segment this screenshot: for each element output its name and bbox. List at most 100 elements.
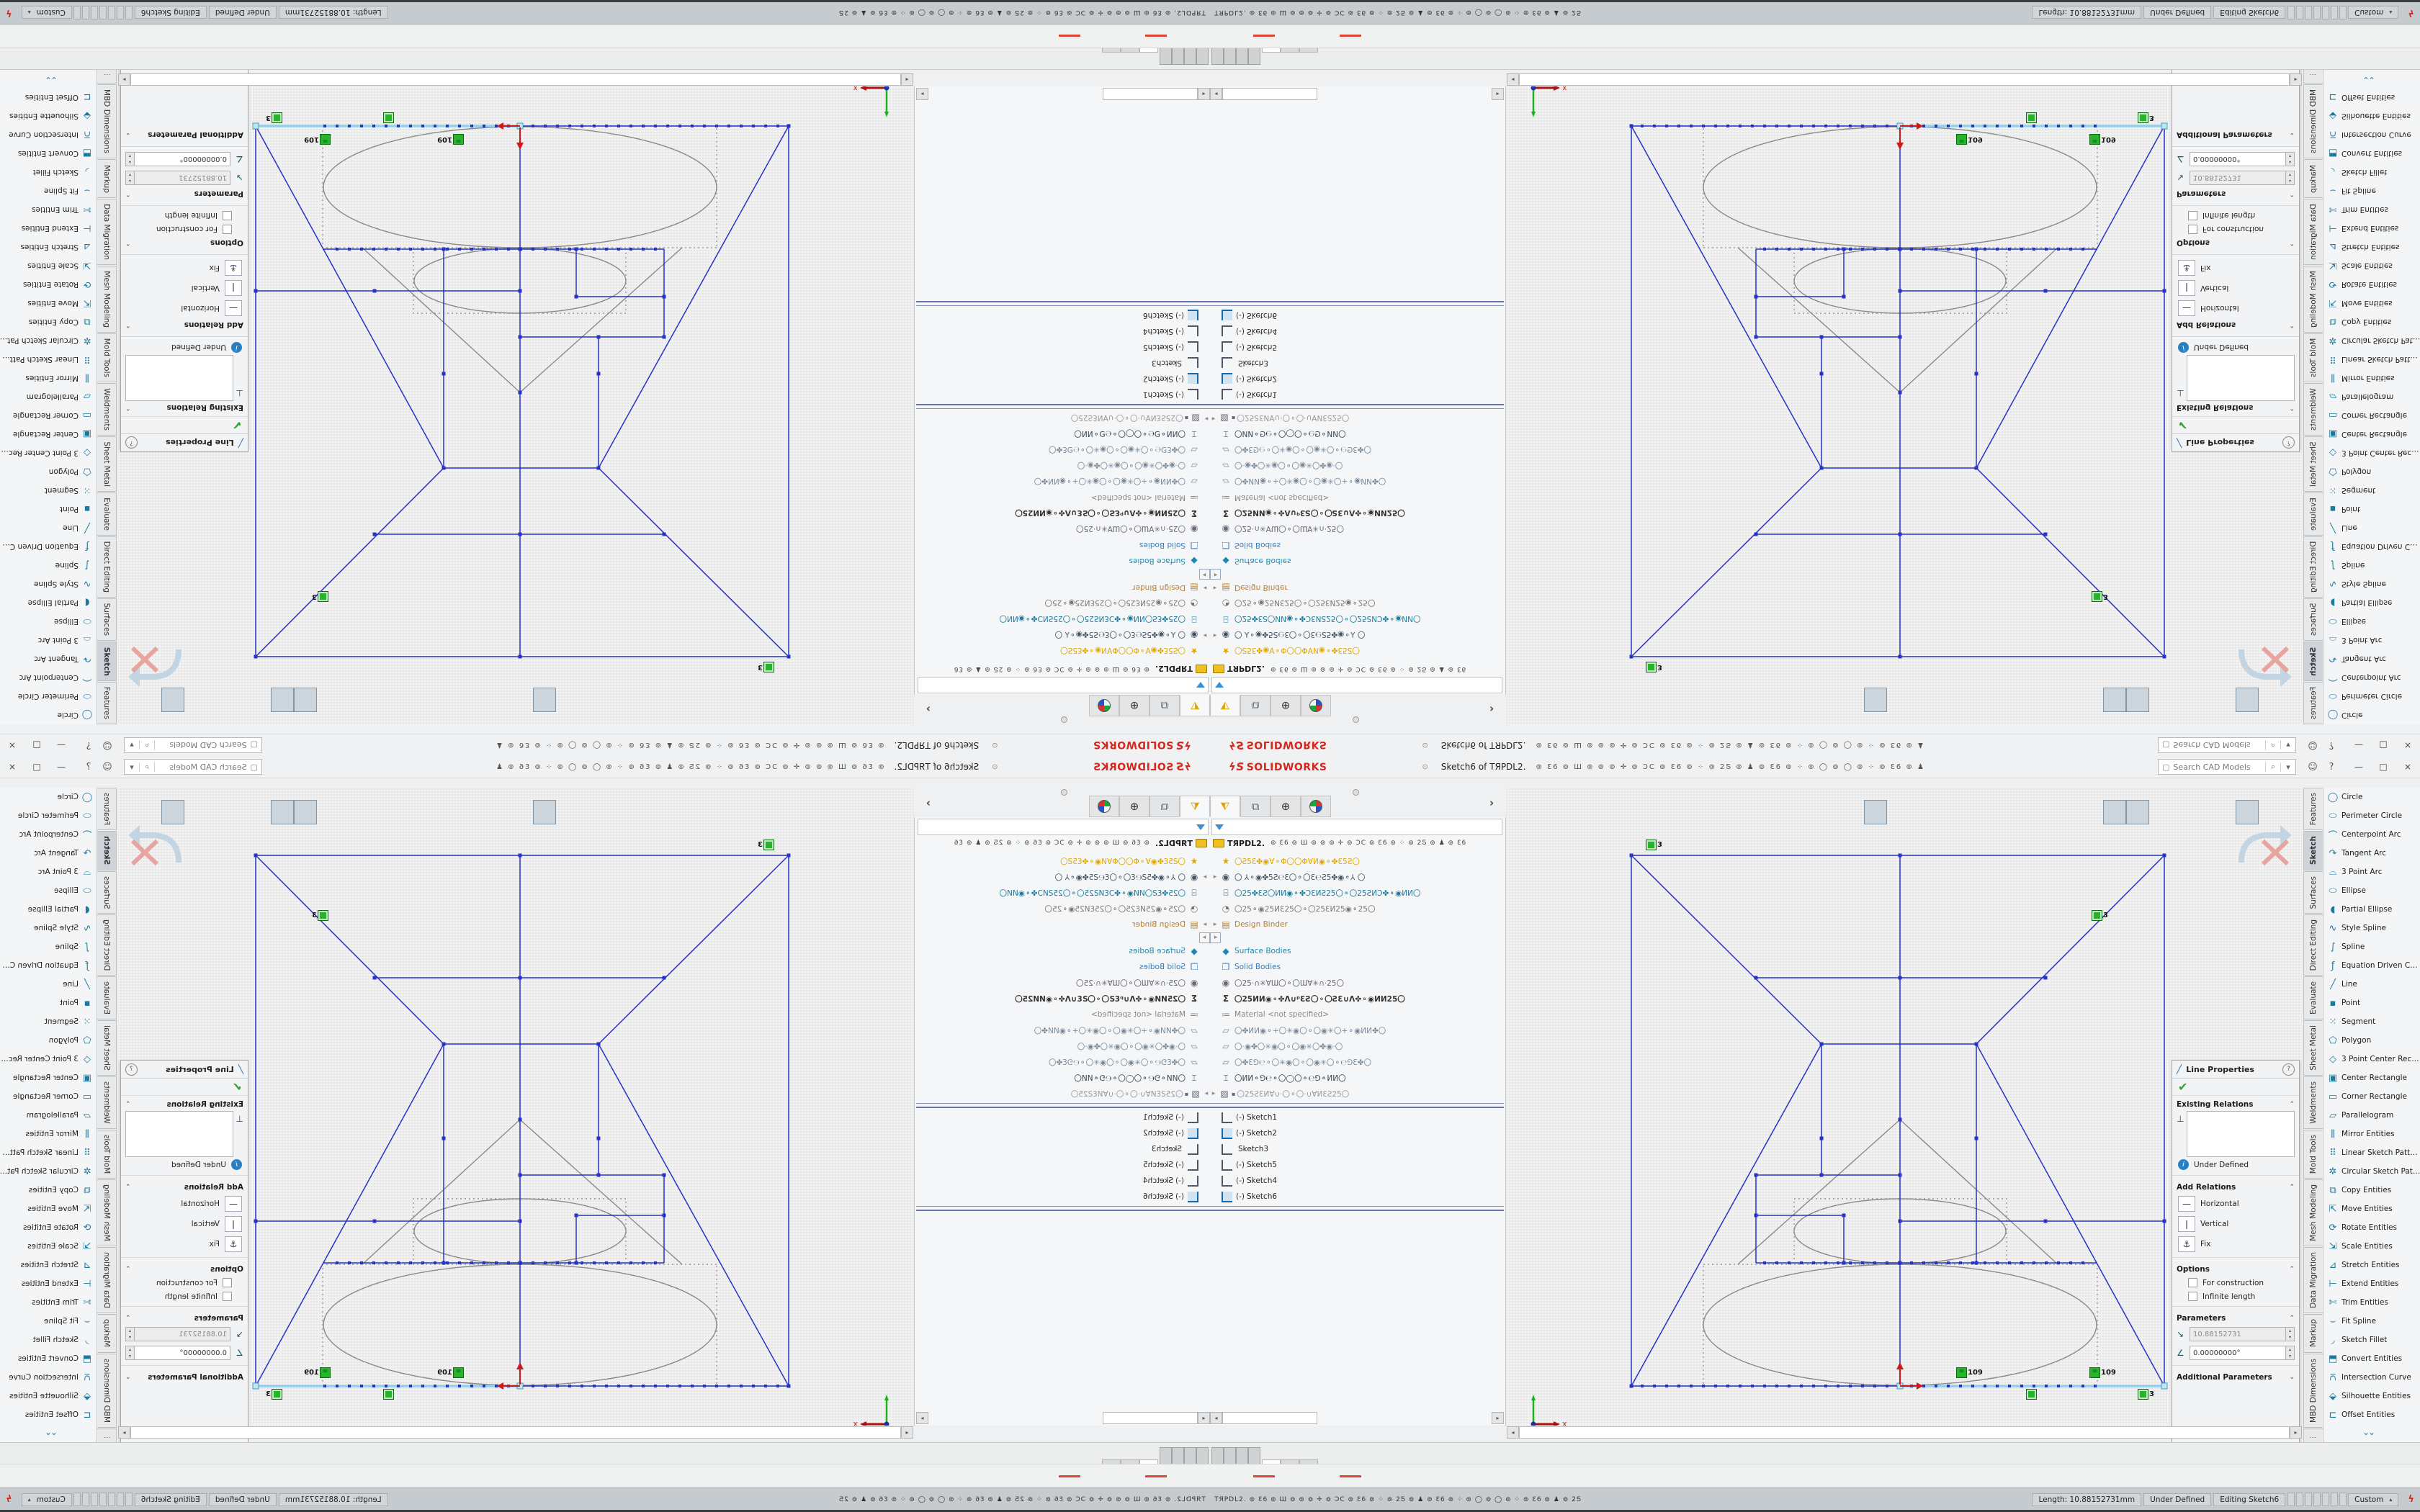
tool-item[interactable]: ⠿ Linear Sketch Pattern <box>2324 350 2420 369</box>
tool-item[interactable]: ▣ Center Rectangle <box>2324 1068 2420 1087</box>
command-tab[interactable]: MBD Dimensions <box>2303 84 2323 158</box>
tool-item[interactable]: ⇱ Move Entities <box>2324 294 2420 312</box>
tree-item[interactable]: ▱ 〇✤ИИ◉⚬+〇✳◉〇⚬〇◉✳〇+⚬◉ИИ✤〇 <box>1210 474 1504 490</box>
toolbar-button-icon[interactable] <box>1507 688 1528 711</box>
tree-item[interactable]: ▸ ▨ ▪ 〇25ƧƐИⱯ∪·〇⚬〇·∪ⱯИƐƧ25〇 <box>1210 410 1502 426</box>
toolbar-button-icon[interactable] <box>1772 688 1793 711</box>
help-icon[interactable]: ? <box>2322 740 2341 751</box>
option-row[interactable]: Infinite length <box>121 209 248 222</box>
pin-icon[interactable]: ⊙ <box>1422 763 1428 771</box>
tool-item[interactable]: ⇱ Move Entities <box>0 1200 96 1218</box>
tool-item[interactable]: ✲ Circular Sketch Pattern <box>2324 331 2420 350</box>
menu-item[interactable] <box>1408 765 1421 768</box>
tree-item[interactable]: ≔ Material <not specified> <box>916 1007 1210 1022</box>
scroll-right-icon[interactable]: ▸ <box>2290 1426 2302 1439</box>
sketch-tree-item[interactable]: (-) Sketch4 <box>1210 323 1504 339</box>
toolbar-button-icon[interactable] <box>425 801 447 824</box>
toolbar-button-icon[interactable] <box>490 801 511 824</box>
vcr-button[interactable] <box>1172 48 1184 65</box>
toolbar-button-icon[interactable] <box>403 801 425 824</box>
tree-item[interactable]: ▱ 〇✤Ɛ⅁℮⚬〇✳◉〇⚬〇◉✳〇⚬℮⅁Ɛ✤〇 <box>1210 442 1504 458</box>
panel-tab[interactable]: ⧉ <box>1150 695 1180 716</box>
panel-tab[interactable]: ⧨ <box>1180 796 1210 817</box>
graphics-scrollbar[interactable]: ◂ ▸ <box>1507 73 2302 86</box>
toolbar-button-icon[interactable] <box>1556 801 1577 824</box>
minimize-button[interactable]: — <box>49 757 73 776</box>
expand-arrow-icon[interactable]: ▸ <box>1211 570 1221 579</box>
tree-item[interactable]: ★ 〇Ƨ5Ɛ✤◉Ɐ⚬Φ〇〇ΦⱯИ◉⚬✤Ɛ5Ƨ〇 <box>1210 643 1504 659</box>
scroll-left-icon[interactable]: ◂ <box>1198 1412 1210 1424</box>
graphics-scrollbar[interactable]: ◂ ▸ <box>118 73 913 86</box>
help-icon[interactable]: ? <box>79 762 98 773</box>
tool-item[interactable]: ⌒ Centerpoint Arc <box>0 668 96 687</box>
command-tab[interactable]: Direct Editing <box>97 914 117 976</box>
bottom-toolbar-icon[interactable] <box>1340 1475 1361 1477</box>
sketch-tree-item[interactable]: Sketch3 <box>916 355 1210 371</box>
tool-item[interactable]: ⌣ Fit Spline <box>2324 1312 2420 1331</box>
toolbar-button-icon[interactable] <box>1577 801 1599 824</box>
tree-item[interactable]: ◆ Surface Bodies <box>1210 553 1504 569</box>
tool-item[interactable]: ▪ Point <box>0 500 96 518</box>
angle-spinner[interactable]: ▴▾ <box>125 1346 134 1360</box>
expand-caret-icon[interactable]: ⌄ <box>125 1374 131 1381</box>
sketch-tree-item[interactable]: (-) Sketch2 <box>1210 371 1504 387</box>
angle-field[interactable]: 0.00000000° <box>2190 1346 2286 1360</box>
tree-item[interactable]: ◆ Surface Bodies <box>1210 943 1504 959</box>
collapse-caret-icon[interactable]: ⌃ <box>2289 1315 2295 1322</box>
tree-item[interactable]: ▱ 〇✤ИИ◉⚬+〇✳◉〇⚬〇◉✳〇+⚬◉ИИ✤〇 <box>916 474 1210 490</box>
bottom-toolbar-icon[interactable] <box>1253 1475 1275 1477</box>
tool-item[interactable]: ◇ 3 Point Center Recta... <box>2324 444 2420 462</box>
tool-item[interactable]: ⬭ Ellipse <box>0 612 96 631</box>
command-tab[interactable]: Direct Editing <box>2303 914 2323 976</box>
tool-item[interactable]: ⇲ Scale Entities <box>2324 1237 2420 1256</box>
toolbar-button-icon[interactable] <box>2236 800 2259 824</box>
tool-item[interactable]: ▱ Parallelogram <box>0 387 96 406</box>
restore-button[interactable]: □ <box>2371 736 2396 755</box>
child-window-button[interactable] <box>154 785 170 797</box>
toolbar-button-icon[interactable] <box>691 688 713 711</box>
option-row[interactable]: For construction <box>121 1276 248 1290</box>
menu-item[interactable] <box>1039 765 1052 768</box>
tree-filter-input[interactable] <box>1211 819 1502 835</box>
tool-list-more-icon[interactable]: ⌄⌄ <box>2362 75 2374 85</box>
angle-spinner[interactable]: ▴▾ <box>2286 152 2295 166</box>
tool-item[interactable]: ⬭ Ellipse <box>0 881 96 900</box>
length-field[interactable]: 10.88152731 <box>2190 171 2286 185</box>
toolbar-button-icon[interactable] <box>184 688 206 711</box>
sketch-tree-item[interactable]: (-) Sketch2 <box>916 1125 1210 1141</box>
toolbar-button-icon[interactable] <box>294 800 317 824</box>
sketch-tree-item[interactable]: Sketch3 <box>1210 355 1504 371</box>
tool-item[interactable]: ▭ Corner Rectangle <box>0 1087 96 1106</box>
command-tab[interactable]: Features <box>97 682 117 724</box>
tree-item[interactable]: Σ 〇25ИИ◉⚬✤Ʌ∪ᵖƐƧ〇⚬〇ƧƐ∪Ʌ✤⚬◉ИИ25〇 <box>916 505 1210 521</box>
toolbar-button-icon[interactable] <box>843 688 864 711</box>
toolbar-button-icon[interactable] <box>2192 801 2214 824</box>
tool-item[interactable]: ◖ Partial Ellipse <box>0 593 96 612</box>
vcr-button[interactable] <box>1172 1447 1184 1464</box>
tree-item[interactable]: ★ 〇Ƨ5Ɛ✤◉Ɐ⚬Φ〇〇ΦⱯИ◉⚬✤Ɛ5Ƨ〇 <box>1210 853 1504 869</box>
sketch-tree-item[interactable]: (-) Sketch5 <box>916 1157 1210 1173</box>
graphics-scrollbar[interactable]: ◂ ▸ <box>118 1426 913 1439</box>
tree-item[interactable]: ▱ 〇✤ИИ◉⚬+〇✳◉〇⚬〇◉✳〇+⚬◉ИИ✤〇 <box>916 1022 1210 1038</box>
collapse-caret-icon[interactable]: ⌃ <box>125 1101 131 1108</box>
tree-item[interactable]: ▸ A 〇25ИИ◉⚬✤Ɐ✤◉ИⱯ〇⚬〇ⱯИ◉✤Ɐ✤⚬◉ИИ25〇 <box>1199 932 1210 943</box>
collapse-caret-icon[interactable]: ⌃ <box>125 1315 131 1322</box>
toolbar-button-icon[interactable] <box>1707 801 1729 824</box>
toolbar-button-icon[interactable] <box>1685 801 1707 824</box>
panel-help-icon[interactable]: ? <box>125 1063 138 1076</box>
add-relation-row[interactable]: ❘ Vertical <box>2172 1214 2299 1234</box>
tree-item[interactable]: ▱ 〇·◉✤〇✳◉〇⚬〇◉✳〇✤◉·〇 <box>916 1038 1210 1054</box>
relation-button-icon[interactable]: — <box>2178 300 2195 316</box>
child-window-button[interactable] <box>2266 785 2282 797</box>
graphics-scrollbar[interactable]: ◂ ▸ <box>1507 1426 2302 1439</box>
toolbar-button-icon[interactable] <box>1973 801 1995 824</box>
sketch-tree-item[interactable]: (-) Sketch6 <box>916 1189 1210 1205</box>
scroll-left-icon[interactable]: ◂ <box>1210 1412 1222 1424</box>
panel-tab[interactable]: ⊕ <box>1119 796 1150 817</box>
bottom-toolbar-icon[interactable] <box>1059 35 1080 37</box>
tree-item[interactable]: Σ 〇25ИИ◉⚬✤Ʌ∪ᵖƐƧ〇⚬〇ƧƐ∪Ʌ✤⚬◉ИИ25〇 <box>1210 505 1504 521</box>
relation-button-icon[interactable]: ❘ <box>225 280 242 296</box>
tool-item[interactable]: ⠿ Linear Sketch Pattern <box>0 350 96 369</box>
tree-item[interactable]: ⌸ 〇25✤ƐƧ〇ИИ◉⚬✤ƆƐИƧ25〇⚬〇25ƧИƆ✤⚬◉ИИ〇 <box>1210 611 1504 627</box>
add-relation-row[interactable]: ❘ Vertical <box>121 1214 248 1234</box>
